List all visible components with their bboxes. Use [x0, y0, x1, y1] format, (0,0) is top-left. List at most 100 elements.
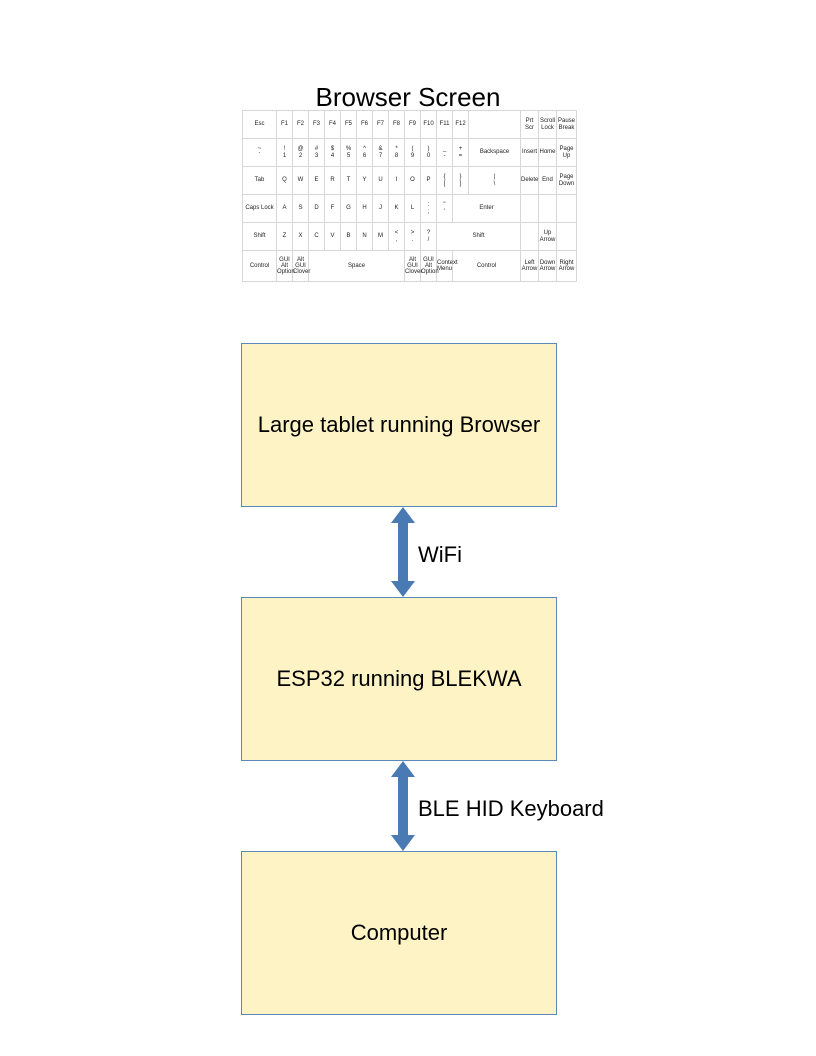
box-computer: Computer [241, 851, 557, 1015]
key-esc: Esc [243, 111, 277, 139]
key-space: Space [309, 251, 405, 282]
key-delete: Delete [521, 167, 539, 195]
key-tilde: ~` [243, 139, 277, 167]
key-g: G [341, 195, 357, 223]
keyboard-table: Esc F1 F2 F3 F4 F5 F6 F7 F8 F9 F10 F11 F… [242, 110, 577, 282]
diagram-title: Browser Screen [0, 82, 816, 113]
key-prtscr: Prt Scr [521, 111, 539, 139]
key-3: #3 [309, 139, 325, 167]
arrow-wifi [394, 507, 411, 597]
key-slash: ?/ [421, 223, 437, 251]
key-rgui: GUI Alt Option [421, 251, 437, 282]
key-uparrow: Up Arrow [539, 223, 557, 251]
key-lgui: GUI Alt Option [277, 251, 293, 282]
key-1: !1 [277, 139, 293, 167]
key-period: >. [405, 223, 421, 251]
key-f2: F2 [293, 111, 309, 139]
key-i: I [389, 167, 405, 195]
arrow-blehid [394, 761, 411, 851]
key-pausebreak: Pause Break [557, 111, 577, 139]
key-0: )0 [421, 139, 437, 167]
box-tablet-label: Large tablet running Browser [258, 412, 541, 438]
key-blank [539, 195, 557, 223]
key-rctrl: Control [453, 251, 521, 282]
key-pagedown: Page Down [557, 167, 577, 195]
key-p: P [421, 167, 437, 195]
label-blehid: BLE HID Keyboard [418, 796, 604, 822]
key-f12: F12 [453, 111, 469, 139]
key-pageup: Page Up [557, 139, 577, 167]
key-rightarrow: Right Arrow [557, 251, 577, 282]
key-7: &7 [373, 139, 389, 167]
key-ralt: Alt GUI Clover [405, 251, 421, 282]
key-tab: Tab [243, 167, 277, 195]
key-z: Z [277, 223, 293, 251]
key-blank [469, 111, 521, 139]
key-lbracket: {[ [437, 167, 453, 195]
key-l: L [405, 195, 421, 223]
key-v: V [325, 223, 341, 251]
box-computer-label: Computer [351, 920, 448, 946]
key-blank [557, 195, 577, 223]
box-esp32: ESP32 running BLEKWA [241, 597, 557, 761]
key-enter: Enter [453, 195, 521, 223]
key-blank [521, 195, 539, 223]
key-j: J [373, 195, 389, 223]
key-backspace: Backspace [469, 139, 521, 167]
key-9: (9 [405, 139, 421, 167]
key-y: Y [357, 167, 373, 195]
key-rbracket: }] [453, 167, 469, 195]
key-lshift: Shift [243, 223, 277, 251]
key-f4: F4 [325, 111, 341, 139]
key-4: $4 [325, 139, 341, 167]
key-k: K [389, 195, 405, 223]
label-wifi: WiFi [418, 542, 462, 568]
key-capslock: Caps Lock [243, 195, 277, 223]
key-lalt: Alt GUI Clover [293, 251, 309, 282]
key-f8: F8 [389, 111, 405, 139]
key-t: T [341, 167, 357, 195]
key-semicolon: :; [421, 195, 437, 223]
key-scrolllock: Scroll Lock [539, 111, 557, 139]
box-esp32-label: ESP32 running BLEKWA [277, 666, 522, 692]
box-tablet: Large tablet running Browser [241, 343, 557, 507]
key-comma: <, [389, 223, 405, 251]
key-x: X [293, 223, 309, 251]
key-6: ^6 [357, 139, 373, 167]
key-u: U [373, 167, 389, 195]
key-q: Q [277, 167, 293, 195]
key-b: B [341, 223, 357, 251]
key-end: End [539, 167, 557, 195]
key-f5: F5 [341, 111, 357, 139]
key-blank [557, 223, 577, 251]
key-minus: _- [437, 139, 453, 167]
key-insert: Insert [521, 139, 539, 167]
key-menu: Context Menu [437, 251, 453, 282]
key-c: C [309, 223, 325, 251]
key-2: @2 [293, 139, 309, 167]
key-r: R [325, 167, 341, 195]
key-o: O [405, 167, 421, 195]
key-downarrow: Down Arrow [539, 251, 557, 282]
key-a: A [277, 195, 293, 223]
key-leftarrow: Left Arrow [521, 251, 539, 282]
arrow-head-down-icon [391, 835, 415, 851]
key-lctrl: Control [243, 251, 277, 282]
key-8: *8 [389, 139, 405, 167]
key-f6: F6 [357, 111, 373, 139]
key-f11: F11 [437, 111, 453, 139]
key-home: Home [539, 139, 557, 167]
key-rshift: Shift [437, 223, 521, 251]
key-f3: F3 [309, 111, 325, 139]
key-f1: F1 [277, 111, 293, 139]
key-s: S [293, 195, 309, 223]
key-blank [521, 223, 539, 251]
key-e: E [309, 167, 325, 195]
key-f: F [325, 195, 341, 223]
key-f10: F10 [421, 111, 437, 139]
key-f7: F7 [373, 111, 389, 139]
key-backslash: |\ [469, 167, 521, 195]
key-equals: += [453, 139, 469, 167]
key-quote: "' [437, 195, 453, 223]
key-m: M [373, 223, 389, 251]
